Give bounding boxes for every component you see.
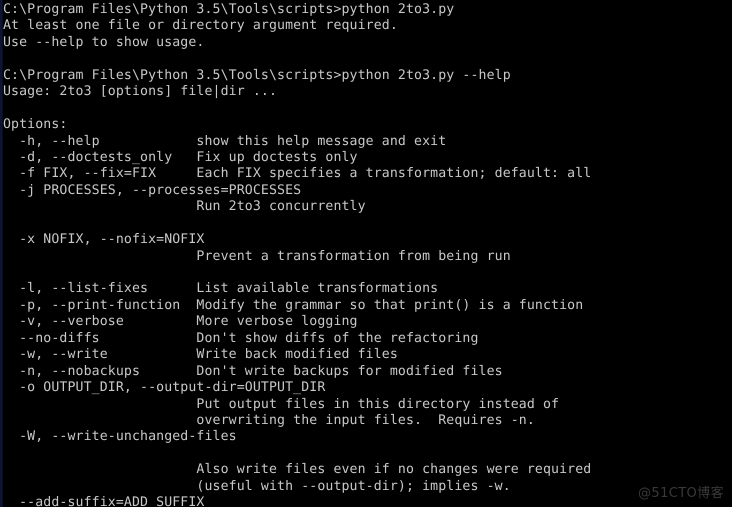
terminal-line: -f FIX, --fix=FIX Each FIX specifies a t…	[3, 166, 592, 182]
terminal-line: -l, --list-fixes List available transfor…	[3, 281, 439, 297]
terminal-line: -j PROCESSES, --processes=PROCESSES	[3, 182, 302, 198]
terminal-line: -w, --write Write back modified files	[3, 347, 398, 363]
terminal-line: -h, --help show this help message and ex…	[3, 133, 447, 149]
terminal-line: At least one file or directory argument …	[3, 18, 398, 34]
terminal-line: Also write files even if no changes were…	[3, 462, 592, 478]
terminal-line: --add-suffix=ADD_SUFFIX	[3, 495, 205, 507]
terminal-line: Run 2to3 concurrently	[3, 199, 366, 215]
terminal-line: overwriting the input files. Requires -n…	[3, 412, 535, 428]
terminal-line: -v, --verbose More verbose logging	[3, 314, 358, 330]
terminal-line: --no-diffs Don't show diffs of the refac…	[3, 330, 479, 346]
terminal-window[interactable]: C:\Program Files\Python 3.5\Tools\script…	[0, 0, 732, 507]
terminal-line: C:\Program Files\Python 3.5\Tools\script…	[3, 2, 455, 17]
terminal-line: Usage: 2to3 [options] file|dir ...	[3, 84, 278, 100]
terminal-line: -o OUTPUT_DIR, --output-dir=OUTPUT_DIR	[3, 380, 326, 396]
terminal-line: Use --help to show usage.	[3, 34, 205, 50]
terminal-line: -d, --doctests_only Fix up doctests only	[3, 149, 358, 165]
terminal-line: Put output files in this directory inste…	[3, 396, 560, 412]
window-left-border	[0, 0, 3, 507]
terminal-line: -x NOFIX, --nofix=NOFIX	[3, 232, 205, 248]
terminal-line: (useful with --output-dir); implies -w.	[3, 478, 511, 494]
terminal-line: -p, --print-function Modify the grammar …	[3, 297, 584, 313]
terminal-line: C:\Program Files\Python 3.5\Tools\script…	[3, 67, 511, 83]
terminal-output: C:\Program Files\Python 3.5\Tools\script…	[0, 0, 732, 507]
terminal-line: Prevent a transformation from being run	[3, 248, 511, 264]
terminal-line: Options:	[3, 117, 68, 133]
terminal-line: -W, --write-unchanged-files	[3, 429, 237, 445]
terminal-line: -n, --nobackups Don't write backups for …	[3, 363, 503, 379]
watermark-label: @51CTO博客	[638, 486, 724, 501]
